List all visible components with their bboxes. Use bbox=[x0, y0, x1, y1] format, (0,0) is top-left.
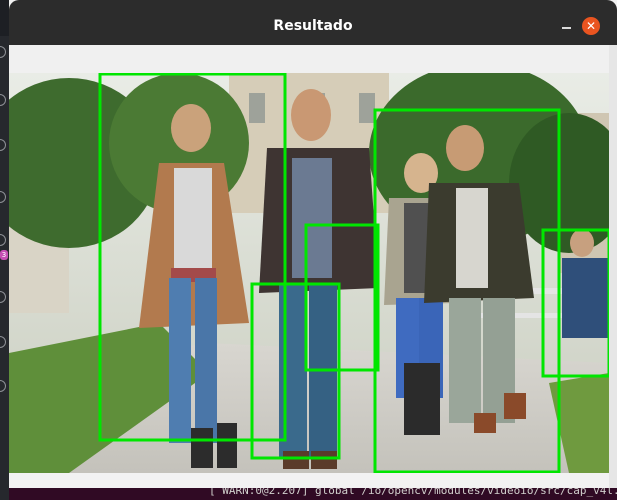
app-icon[interactable] bbox=[0, 139, 6, 151]
result-image bbox=[9, 73, 609, 473]
title-bar[interactable]: Resultado ✕ bbox=[9, 0, 617, 45]
terminal-log-line: [ WARN:0@2.207] global /io/opencv/module… bbox=[209, 488, 617, 497]
notification-badge: 3 bbox=[0, 250, 8, 260]
window-title: Resultado bbox=[273, 18, 353, 34]
app-icon[interactable] bbox=[0, 336, 6, 348]
app-icon[interactable] bbox=[0, 234, 6, 246]
window-pane bbox=[359, 93, 375, 123]
window-pane bbox=[249, 93, 265, 123]
app-icon[interactable] bbox=[0, 291, 6, 303]
app-icon[interactable] bbox=[0, 191, 6, 203]
close-icon: ✕ bbox=[585, 19, 597, 33]
terminal-background: [ WARN:0@2.207] global /io/opencv/module… bbox=[9, 488, 617, 500]
result-window: Resultado ✕ bbox=[9, 0, 617, 488]
toolbar-area bbox=[9, 45, 609, 73]
app-icon[interactable] bbox=[0, 380, 6, 392]
app-icon[interactable] bbox=[0, 94, 6, 106]
dock: 3 bbox=[0, 36, 9, 500]
scene-photo bbox=[9, 73, 609, 473]
close-button[interactable]: ✕ bbox=[582, 17, 600, 35]
app-icon[interactable] bbox=[0, 46, 6, 58]
minimize-button[interactable] bbox=[557, 21, 577, 33]
window-edge bbox=[609, 45, 617, 488]
